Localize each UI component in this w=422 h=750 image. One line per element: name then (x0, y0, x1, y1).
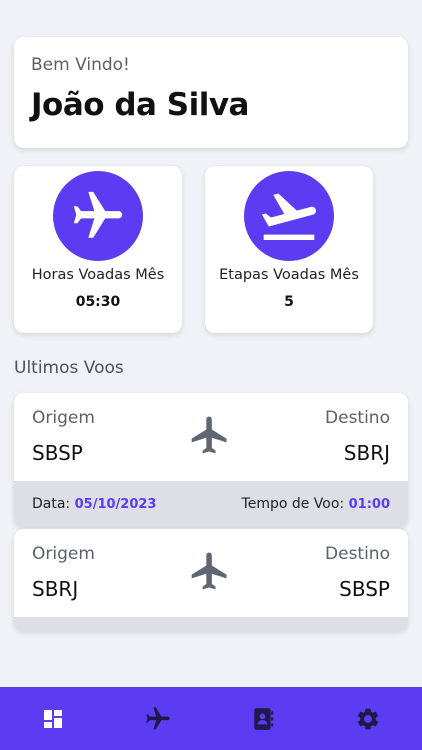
date-value: 05/10/2023 (74, 497, 157, 512)
user-name: João da Silva (31, 87, 249, 123)
flight-footer: Data: 05/10/2023 Tempo de Voo: 01:00 (14, 481, 408, 527)
stat-value: 5 (284, 294, 294, 310)
flight-card[interactable]: Origem Destino SBSP SBRJ Data: 05/10/202… (14, 393, 408, 527)
gear-icon[interactable] (354, 705, 382, 733)
origin-code: SBRJ (32, 577, 79, 601)
flight-date: Data: 05/10/2023 (32, 496, 156, 512)
destination-label: Destino (325, 544, 390, 564)
airplane-icon[interactable] (144, 705, 172, 733)
contacts-icon[interactable] (249, 705, 277, 733)
date-label: Data: (32, 496, 71, 512)
origin-label: Origem (32, 408, 95, 428)
flight-footer (14, 617, 408, 631)
airplane-icon (188, 413, 232, 457)
stat-card-legs[interactable]: Etapas Voadas Mês 5 (205, 166, 373, 333)
stat-label: Horas Voadas Mês (31, 267, 165, 283)
stat-value: 05:30 (75, 294, 121, 310)
dashboard-icon[interactable] (39, 705, 67, 733)
flight-time-label: Tempo de Voo: (241, 496, 345, 512)
origin-label: Origem (32, 544, 95, 564)
flight-card[interactable]: Origem Destino SBRJ SBSP (14, 529, 408, 631)
airplane-icon (188, 549, 232, 593)
bottom-navigation (0, 687, 422, 750)
welcome-card: Bem Vindo! João da Silva (14, 37, 408, 148)
destination-label: Destino (325, 408, 390, 428)
welcome-greeting: Bem Vindo! (31, 55, 130, 75)
airplane-icon (53, 171, 143, 261)
flight-time-value: 01:00 (348, 497, 390, 512)
stat-label: Etapas Voadas Mês (219, 267, 359, 283)
airplane-takeoff-icon (244, 171, 334, 261)
origin-code: SBSP (32, 441, 83, 465)
destination-code: SBRJ (343, 441, 390, 465)
stat-card-hours[interactable]: Horas Voadas Mês 05:30 (14, 166, 182, 333)
destination-code: SBSP (339, 577, 390, 601)
section-title: Ultimos Voos (14, 358, 124, 378)
flight-time: Tempo de Voo: 01:00 (242, 496, 390, 512)
